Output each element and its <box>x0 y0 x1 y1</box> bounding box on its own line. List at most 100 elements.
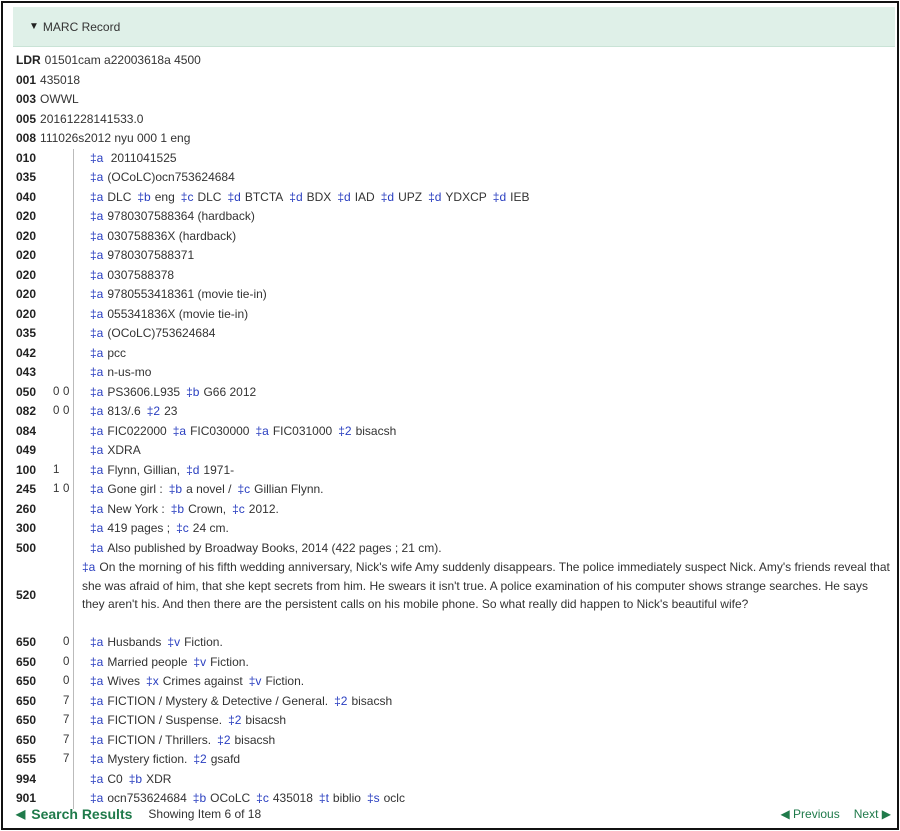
data-field-row: 020 ‡a 0307588378 <box>16 265 891 286</box>
field-tag: 003 <box>16 92 37 106</box>
data-field-row: 020 ‡a 9780307588364 (hardback) <box>16 207 891 227</box>
indicator-1 <box>53 633 63 653</box>
indicator-1 <box>53 285 63 305</box>
subfield-value: bisacsh <box>355 423 397 438</box>
field-subfields: ‡a C0 ‡b XDR <box>73 769 891 789</box>
data-field-row: 042 ‡a pcc <box>16 343 891 364</box>
indicator-1 <box>53 500 63 520</box>
field-tag: 650 <box>16 693 37 708</box>
subfield-code: ‡a <box>90 501 104 516</box>
field-subfields: ‡a FICTION / Thrillers. ‡2 bisacsh <box>73 730 891 750</box>
indicator-2: 0 <box>63 655 70 668</box>
data-field-row: 084 ‡a FIC022000 ‡a FIC030000 ‡a FIC031000 ‡2 bi… <box>16 421 891 441</box>
subfield-value: 813/.6 <box>107 404 141 418</box>
indicator-2 <box>63 324 73 344</box>
field-subfields: ‡a New York : ‡b Crown, ‡c 2012. <box>73 499 891 519</box>
field-subfields: ‡a FICTION / Suspense. ‡2 bisacsh <box>73 711 891 731</box>
data-field-row: 650 7 ‡a FICTION / Suspense. ‡2 bisacsh <box>16 711 891 731</box>
indicator-1: 1 <box>53 483 60 495</box>
subfield-value: a novel / <box>186 482 232 496</box>
subfield-value: C0 <box>107 771 123 786</box>
subfield-code: ‡a <box>90 345 104 360</box>
field-subfields: ‡a Also published by Broadway Books, 2014… <box>73 538 891 558</box>
subfield-value: Crimes against <box>162 674 243 688</box>
subfield-code: ‡v <box>167 635 181 649</box>
data-field-row: 050 0 0 ‡a PS3606.L935 ‡b G66 2012 <box>16 382 891 402</box>
data-field-row: 650 0 ‡a Husbands ‡v Fiction. <box>16 633 891 653</box>
subfield-value: 030758836X (hardback) <box>107 228 237 243</box>
field-subfields: ‡a 9780553418361 (movie tie-in) <box>73 285 891 305</box>
data-field-row: 082 0 0 ‡a 813/.6 ‡2 23 <box>16 402 891 422</box>
subfield-value: FIC022000 <box>107 423 167 438</box>
subfield-value: FICTION / Mystery & Detective / General. <box>107 693 329 708</box>
search-results-link[interactable]: ◀ Search Results <box>16 806 132 822</box>
subfield-value: 2012. <box>248 501 279 516</box>
field-value: 111026s2012 nyu 000 1 eng <box>40 131 191 145</box>
indicator-1 <box>53 750 63 770</box>
field-tag: 020 <box>16 248 37 262</box>
indicator-1 <box>53 539 63 559</box>
indicator-1 <box>53 266 63 286</box>
indicator-1: 0 <box>53 385 60 398</box>
subfield-code: ‡a <box>90 635 104 649</box>
field-subfields: ‡a 2011041525 <box>73 148 891 168</box>
data-field-row: 049 ‡a XDRA <box>16 441 891 461</box>
subfield-code: ‡a <box>90 189 104 204</box>
indicator-1 <box>53 344 63 364</box>
indicator-2: 0 <box>63 636 70 648</box>
marc-record-toggle[interactable]: ▼ MARC Record <box>13 7 895 47</box>
data-field-row: 650 7 ‡a FICTION / Mystery & Detective / Ge… <box>16 691 891 711</box>
indicator-2 <box>63 149 73 169</box>
field-subfields: ‡a pcc <box>73 343 891 363</box>
subfield-value: bisacsh <box>351 693 393 708</box>
field-tag: 020 <box>16 306 37 321</box>
control-field-row: 003 OWWL <box>16 90 891 110</box>
field-subfields: ‡a 9780307588364 (hardback) <box>73 207 891 227</box>
subfield-code: ‡2 <box>217 732 231 747</box>
field-tag: 010 <box>16 150 37 165</box>
field-tag: 020 <box>16 228 37 243</box>
indicator-2 <box>63 266 73 286</box>
field-subfields: ‡a 419 pages ; ‡c 24 cm. <box>73 519 891 539</box>
subfield-value: Gone girl : <box>107 482 163 496</box>
previous-link[interactable]: ◀ Previous <box>780 807 839 821</box>
subfield-code: ‡c <box>180 189 194 204</box>
subfield-code: ‡x <box>146 674 159 688</box>
next-link[interactable]: Next ▶ <box>854 807 891 821</box>
subfield-code: ‡2 <box>193 752 207 766</box>
control-field-row: 005 20161228141533.0 <box>16 110 891 130</box>
field-tag: 020 <box>16 209 37 223</box>
subfield-code: ‡c <box>176 521 189 535</box>
field-subfields: ‡a Flynn, Gillian, ‡d 1971- <box>73 460 891 480</box>
subfield-code: ‡a <box>255 423 269 438</box>
indicator-1 <box>53 672 63 692</box>
field-tag: 049 <box>16 443 37 457</box>
item-count: Showing Item 6 of 18 <box>148 807 262 821</box>
subfield-code: ‡d <box>227 189 241 204</box>
field-subfields: ‡a Gone girl : ‡b a novel / ‡c Gillian Flynn. <box>73 480 891 500</box>
subfield-code: ‡a <box>90 404 104 418</box>
subfield-value: Fiction. <box>184 635 223 649</box>
field-tag: LDR <box>16 53 41 67</box>
indicator-2: 7 <box>63 733 70 746</box>
triangle-right-icon: ▶ <box>881 807 891 821</box>
subfield-code: ‡a <box>90 326 104 340</box>
subfield-code: ‡a <box>90 267 104 282</box>
subfield-code: ‡b <box>128 771 143 786</box>
indicator-2: 7 <box>63 694 70 707</box>
field-tag: 040 <box>16 189 37 204</box>
field-tag: 100 <box>16 462 37 477</box>
field-subfields: ‡a On the morning of his fifth wedding an… <box>73 558 891 633</box>
subfield-value: FIC030000 <box>190 423 250 438</box>
field-tag: 082 <box>16 404 37 418</box>
field-subfields: ‡a XDRA <box>73 441 891 461</box>
indicator-2: 0 <box>63 675 70 687</box>
footer-nav: ◀ Search Results Showing Item 6 of 18 ◀ … <box>16 803 891 825</box>
subfield-value: gsafd <box>210 752 241 766</box>
indicator-1 <box>53 149 63 169</box>
indicator-1 <box>53 207 63 227</box>
subfield-code: ‡a <box>90 674 104 688</box>
field-tag: 500 <box>16 540 37 555</box>
subfield-code: ‡b <box>170 501 185 516</box>
indicator-1 <box>53 168 63 188</box>
